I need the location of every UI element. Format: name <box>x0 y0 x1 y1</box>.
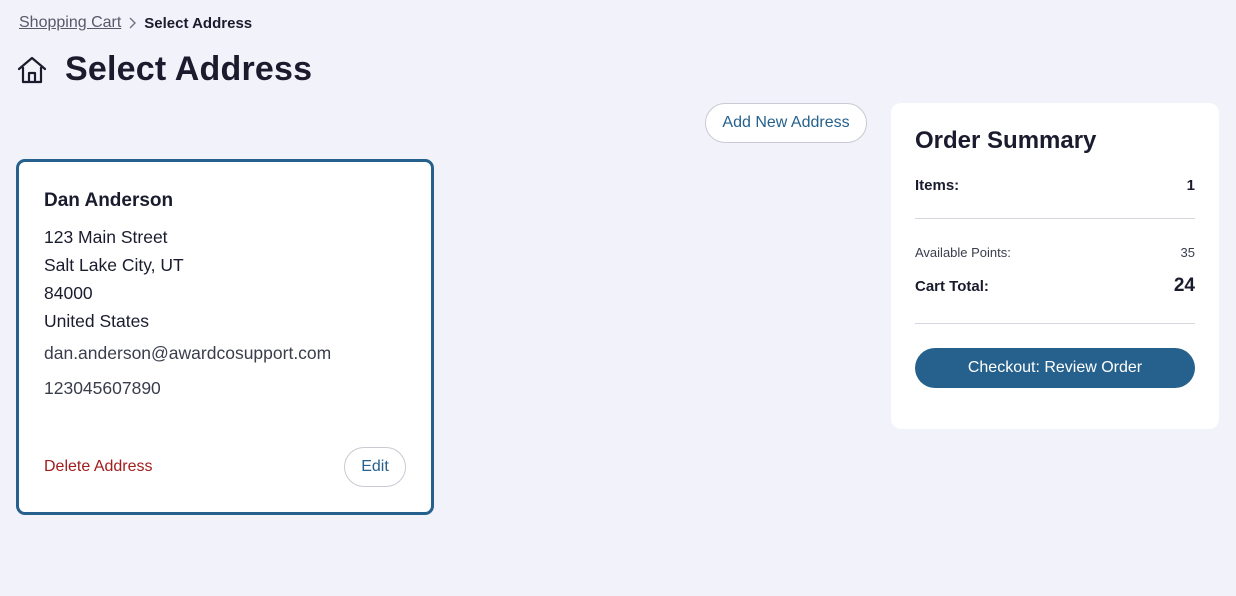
summary-divider <box>915 218 1195 219</box>
address-street: 123 Main Street <box>44 227 168 247</box>
address-name: Dan Anderson <box>44 190 174 211</box>
address-zip: 84000 <box>44 283 93 303</box>
breadcrumb-current: Select Address <box>144 14 253 32</box>
points-value: 35 <box>1180 245 1195 260</box>
home-icon <box>17 55 47 85</box>
edit-address-button[interactable]: Edit <box>344 447 406 487</box>
total-row: Cart Total: 24 <box>915 275 1195 297</box>
cart-total-label: Cart Total: <box>915 277 989 295</box>
order-summary-title: Order Summary <box>915 127 1097 154</box>
items-row: Items: 1 <box>915 177 1195 194</box>
breadcrumb-shopping-cart-link[interactable]: Shopping Cart <box>19 14 121 32</box>
items-value: 1 <box>1186 177 1195 194</box>
page-header: Select Address <box>17 50 312 89</box>
cart-total-value: 24 <box>1173 275 1195 296</box>
add-new-address-button[interactable]: Add New Address <box>705 103 867 143</box>
breadcrumb: Shopping Cart Select Address <box>19 14 252 32</box>
page-title: Select Address <box>65 50 313 88</box>
items-label: Items: <box>915 177 960 194</box>
address-phone: 123045607890 <box>44 378 161 398</box>
delete-address-link[interactable]: Delete Address <box>44 458 153 476</box>
order-summary-panel: Order Summary Items: 1 Available Points:… <box>891 103 1219 429</box>
address-card[interactable]: Dan Anderson 123 Main Street Salt Lake C… <box>16 159 434 515</box>
chevron-right-icon <box>128 17 137 29</box>
points-row: Available Points: 35 <box>915 245 1195 260</box>
address-email: dan.anderson@awardcosupport.com <box>44 343 332 363</box>
checkout-review-order-button[interactable]: Checkout: Review Order <box>915 348 1195 388</box>
points-label: Available Points: <box>915 245 1011 260</box>
address-country: United States <box>44 311 150 331</box>
summary-divider-2 <box>915 323 1195 324</box>
address-city-state: Salt Lake City, UT <box>44 255 184 275</box>
